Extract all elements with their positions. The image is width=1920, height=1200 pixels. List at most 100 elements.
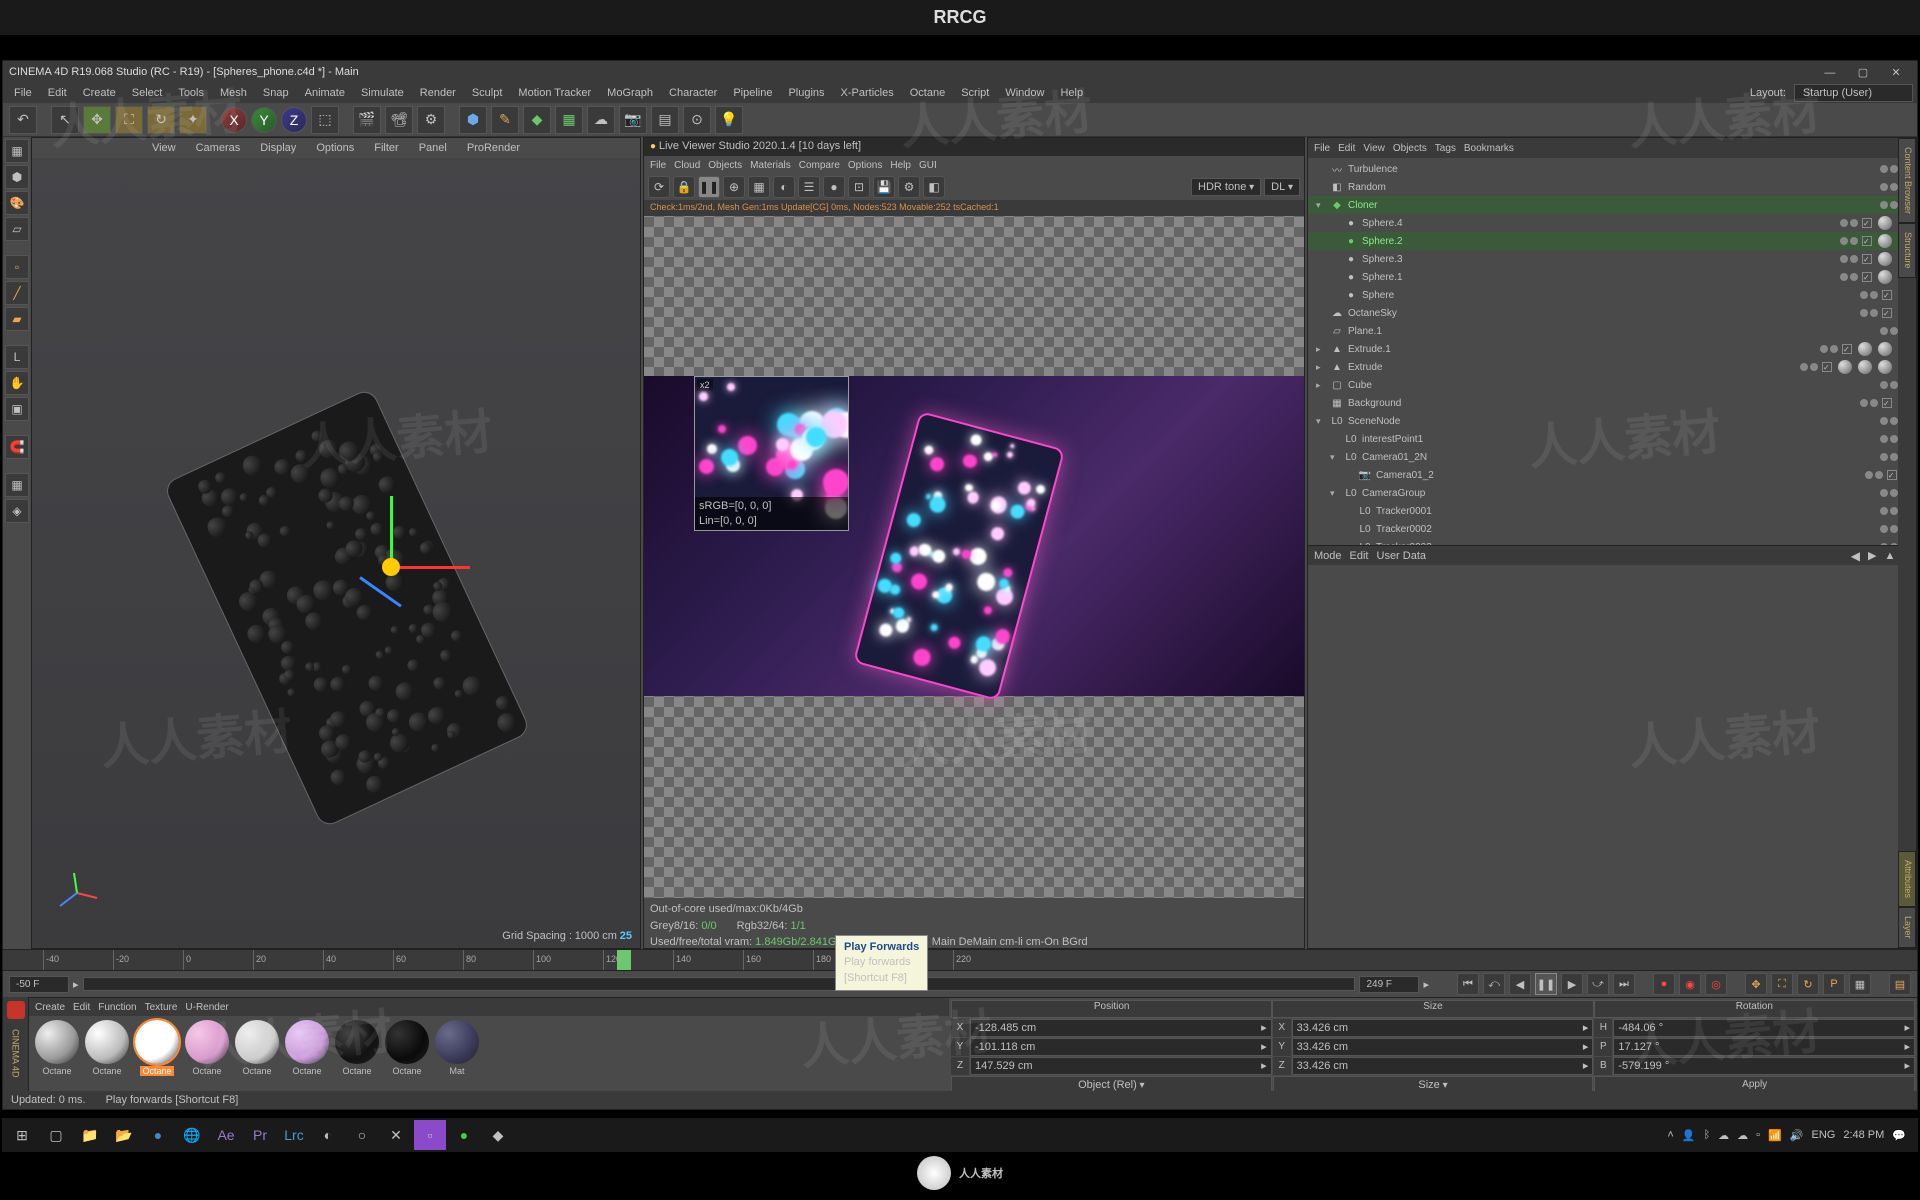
render-pv[interactable]: 📽 [385,106,413,134]
coord-pos-field[interactable]: -101.118 cm▸ [970,1038,1272,1056]
transform-gizmo[interactable] [312,488,472,648]
tray-bluetooth-icon[interactable]: ᛒ [1704,1129,1711,1141]
matmenu-u-render[interactable]: U-Render [185,1002,228,1013]
tray-app-icon[interactable]: ▫ [1756,1129,1760,1141]
lv-compare[interactable]: ◧ [923,176,945,198]
start-button[interactable]: ⊞ [6,1120,38,1150]
tree-item-camera01_2n[interactable]: ▾L0Camera01_2N✓ [1308,448,1916,466]
texture-mode[interactable]: 🎨 [5,191,29,215]
step-fwd-button[interactable]: ▶ [1561,973,1583,995]
tab-content-browser[interactable]: Content Browser [1898,138,1916,223]
tree-enable-check[interactable]: ✓ [1862,236,1872,246]
menu-script[interactable]: Script [954,85,996,101]
tree-item-tracker0002[interactable]: L0Tracker0002✓ [1308,520,1916,538]
select-tool[interactable]: ↖ [51,106,79,134]
coord-rot-field[interactable]: -484.06 °▸ [1613,1019,1915,1037]
generator-tool[interactable]: ◆ [523,106,551,134]
material-octane[interactable]: Octane [33,1020,81,1076]
lv-refresh[interactable]: ⟳ [648,176,670,198]
tree-visibility-dots[interactable] [1840,237,1858,245]
attrmenu-edit[interactable]: Edit [1350,550,1369,562]
tree-visibility-dots[interactable] [1880,201,1898,209]
key-pla-button[interactable]: ▦ [1849,973,1871,995]
render-view[interactable]: 🎬 [353,106,381,134]
objmenu-objects[interactable]: Objects [1393,143,1427,154]
material-tag[interactable] [1858,342,1872,356]
taskbar-explorer[interactable]: 📁 [74,1120,106,1150]
tree-enable-check[interactable]: ✓ [1882,290,1892,300]
tree-label[interactable]: Tracker0002 [1376,524,1486,535]
task-view-button[interactable]: ▢ [40,1120,72,1150]
tree-label[interactable]: Sphere.2 [1362,236,1472,247]
taskbar-app3[interactable]: ○ [346,1120,378,1150]
lv-ao[interactable]: ● [823,176,845,198]
scale-tool[interactable]: ⛶ [115,106,143,134]
system-tray[interactable]: ˄ 👤 ᛒ ☁ ☁ ▫ 📶 🔊 ENG 2:48 PM 💬 [1659,1129,1914,1142]
tree-visibility-dots[interactable] [1840,219,1858,227]
point-mode[interactable]: ▫ [5,255,29,279]
material-octane[interactable]: Octane [183,1020,231,1076]
menu-file[interactable]: File [7,85,39,101]
menu-render[interactable]: Render [413,85,463,101]
viewport-3d[interactable]: Grid Spacing : 1000 cm 25 [32,158,640,948]
lvmenu-cloud[interactable]: Cloud [674,160,700,171]
axis-z-toggle[interactable]: Z [281,107,307,133]
gizmo-z-axis[interactable] [359,576,402,607]
timeline-end-spinner[interactable]: ▸ [1423,978,1429,991]
tree-visibility-dots[interactable] [1880,165,1898,173]
tree-item-camera01_2[interactable]: 📷Camera01_2✓🔴 [1308,466,1916,484]
tree-item-tracker0001[interactable]: L0Tracker0001✓ [1308,502,1916,520]
menu-plugins[interactable]: Plugins [781,85,831,101]
tree-visibility-dots[interactable] [1820,345,1838,353]
move-tool[interactable]: ✥ [83,106,111,134]
material-octane[interactable]: Octane [83,1020,131,1076]
menu-select[interactable]: Select [125,85,170,101]
tree-label[interactable]: Sphere.1 [1362,272,1472,283]
perspective-viewport[interactable]: ViewCamerasDisplayOptionsFilterPanelProR… [31,137,641,949]
object-mode[interactable]: ⬢ [5,165,29,189]
tree-enable-check[interactable]: ✓ [1862,218,1872,228]
gizmo-y-axis[interactable] [390,496,393,566]
menu-create[interactable]: Create [76,85,123,101]
tab-cinema4d[interactable]: CINEMA 4D [9,1023,23,1084]
goto-prev-key-button[interactable]: ⤺ [1483,973,1505,995]
coord-pos-field[interactable]: 147.529 cm▸ [970,1057,1272,1075]
tree-item-cameragroup[interactable]: ▾L0CameraGroup✓ [1308,484,1916,502]
edge-mode[interactable]: ╱ [5,281,29,305]
tab-layer[interactable]: Layer [1898,907,1916,948]
tree-item-sphere-3[interactable]: ●Sphere.3✓ [1308,250,1916,268]
tree-visibility-dots[interactable] [1800,363,1818,371]
material-octane[interactable]: Octane [233,1020,281,1076]
lv-tone-select[interactable]: HDR tone ▾ [1191,178,1261,196]
material-octane[interactable]: Octane [383,1020,431,1076]
matmenu-function[interactable]: Function [98,1002,136,1013]
lvmenu-materials[interactable]: Materials [750,160,791,171]
tree-enable-check[interactable]: ✓ [1882,398,1892,408]
coord-size-field[interactable]: 33.426 cm▸ [1292,1057,1594,1075]
material-tag[interactable] [1838,360,1852,374]
tree-item-scenenode[interactable]: ▾L0SceneNode✓ [1308,412,1916,430]
lvmenu-gui[interactable]: GUI [919,160,937,171]
coord-size-field[interactable]: 33.426 cm▸ [1292,1019,1594,1037]
attrmenu-user-data[interactable]: User Data [1377,550,1427,562]
gizmo-center[interactable] [382,558,400,576]
tree-enable-check[interactable]: ✓ [1862,254,1872,264]
taskbar-pr[interactable]: Pr [244,1120,276,1150]
floor-tool[interactable]: ▤ [651,106,679,134]
lvmenu-file[interactable]: File [650,160,666,171]
maximize-button[interactable]: ▢ [1848,66,1878,79]
object-tree[interactable]: 〰Turbulence✓◧Random✓▾◆Cloner✓●Sphere.4✓●… [1308,158,1916,545]
key-scale-button[interactable]: ⛶ [1771,973,1793,995]
viewmenu-display[interactable]: Display [254,140,302,156]
tree-label[interactable]: CameraGroup [1362,488,1472,499]
tree-enable-check[interactable]: ✓ [1842,344,1852,354]
taskbar-spotify[interactable]: ● [448,1120,480,1150]
tree-enable-check[interactable]: ✓ [1822,362,1832,372]
material-tag[interactable] [1878,216,1892,230]
minimize-button[interactable]: — [1815,67,1845,79]
tree-expand-icon[interactable]: ▾ [1330,452,1340,463]
attr-nav-fwd[interactable]: ▶ [1868,549,1876,562]
menu-pipeline[interactable]: Pipeline [726,85,779,101]
tree-item-sphere[interactable]: ●Sphere✓ [1308,286,1916,304]
timeline-start-spinner[interactable]: ▸ [73,978,79,991]
